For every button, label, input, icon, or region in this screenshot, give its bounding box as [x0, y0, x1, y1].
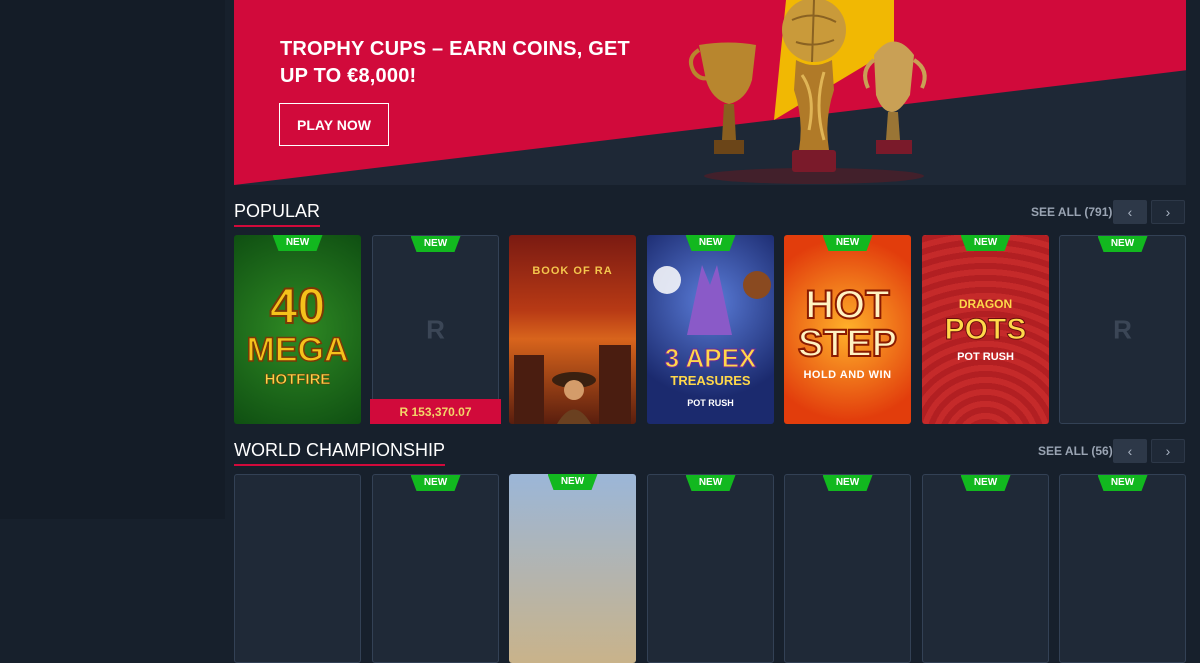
game-card-placeholder[interactable]: NEW [1059, 474, 1186, 663]
new-badge: NEW [822, 235, 873, 251]
main-content: TROPHY CUPS – EARN COINS, GET UP TO €8,0… [234, 0, 1186, 663]
game-art-hot: HOT [804, 282, 890, 328]
new-badge: NEW [960, 475, 1011, 491]
next-arrow-button[interactable]: › [1151, 200, 1185, 224]
new-badge: NEW [1097, 475, 1148, 491]
section-title-popular: POPULAR [234, 201, 321, 227]
game-art-pot-rush: POT RUSH [957, 351, 1014, 363]
prev-arrow-button[interactable]: ‹ [1113, 200, 1147, 224]
game-card-3-apex-treasures[interactable]: NEW 3 APEX TREASURES POT RUSH [647, 235, 774, 424]
wolf-illustration [653, 265, 771, 335]
game-art-hold-and-win: HOLD AND WIN [803, 369, 892, 381]
new-badge: NEW [822, 475, 873, 491]
new-badge: NEW [960, 235, 1011, 251]
new-badge: NEW [685, 475, 736, 491]
new-badge: NEW [1097, 236, 1148, 252]
trophy-cups-icon [688, 0, 927, 184]
game-art-hotfire: HOTFIRE [264, 371, 331, 389]
game-card-placeholder[interactable] [234, 474, 361, 663]
jackpot-amount: R 153,370.07 [370, 399, 501, 424]
game-card-placeholder[interactable]: NEW [647, 474, 774, 663]
new-badge: NEW [410, 475, 461, 491]
chevron-left-icon: ‹ [1127, 443, 1133, 459]
section-title-world-championship: WORLD CHAMPIONSHIP [234, 440, 446, 466]
banner-title: TROPHY CUPS – EARN COINS, GET UP TO €8,0… [280, 38, 630, 87]
game-art-treasures: TREASURES [670, 373, 751, 388]
new-badge: NEW [410, 236, 461, 252]
game-art-dragon: DRAGON [958, 297, 1013, 311]
brand-logo-icon: R [1113, 314, 1132, 344]
game-card-hot-step[interactable]: NEW HOT STEP HOLD AND WIN [784, 235, 911, 424]
game-card-zeus[interactable]: NEW [509, 474, 636, 663]
game-card-book-of-ra[interactable]: BOOK OF RA [509, 235, 636, 424]
game-art-book-of-ra: BOOK OF RA [532, 265, 613, 277]
new-badge: NEW [547, 474, 598, 490]
game-card-placeholder[interactable]: NEW [784, 474, 911, 663]
play-now-button[interactable]: PLAY NOW [279, 103, 389, 146]
game-art-number: 40 [269, 277, 327, 335]
chevron-right-icon: › [1165, 204, 1171, 220]
see-all-world-championship-link[interactable]: SEE ALL (56) [1038, 444, 1113, 458]
next-arrow-button[interactable]: › [1151, 439, 1185, 463]
game-card-dragon-pots[interactable]: NEW DRAGON POTS POT RUSH [922, 235, 1049, 424]
explorer-illustration [514, 345, 631, 424]
new-badge: NEW [685, 235, 736, 251]
game-card-placeholder[interactable]: NEW [922, 474, 1049, 663]
see-all-popular-link[interactable]: SEE ALL (791) [1031, 205, 1112, 219]
sidebar [0, 0, 225, 519]
game-card-placeholder[interactable]: NEW R [372, 235, 499, 424]
new-badge: NEW [272, 235, 323, 251]
chevron-right-icon: › [1165, 443, 1171, 459]
chevron-left-icon: ‹ [1127, 204, 1133, 220]
brand-logo-icon: R [426, 314, 445, 344]
game-art-step: STEP [797, 322, 898, 366]
promo-banner[interactable]: TROPHY CUPS – EARN COINS, GET UP TO €8,0… [234, 0, 1186, 185]
game-card-placeholder[interactable]: NEW R [1059, 235, 1186, 424]
game-art-mega: MEGA [246, 330, 350, 370]
prev-arrow-button[interactable]: ‹ [1113, 439, 1147, 463]
game-art-3-apex: 3 APEX [664, 343, 757, 374]
game-card-placeholder[interactable]: NEW [372, 474, 499, 663]
game-card-40-mega-hotfire[interactable]: NEW 40 MEGA HOTFIRE [234, 235, 361, 424]
game-art-pot-rush: POT RUSH [687, 398, 734, 408]
game-art-pots: POTS [944, 313, 1027, 347]
